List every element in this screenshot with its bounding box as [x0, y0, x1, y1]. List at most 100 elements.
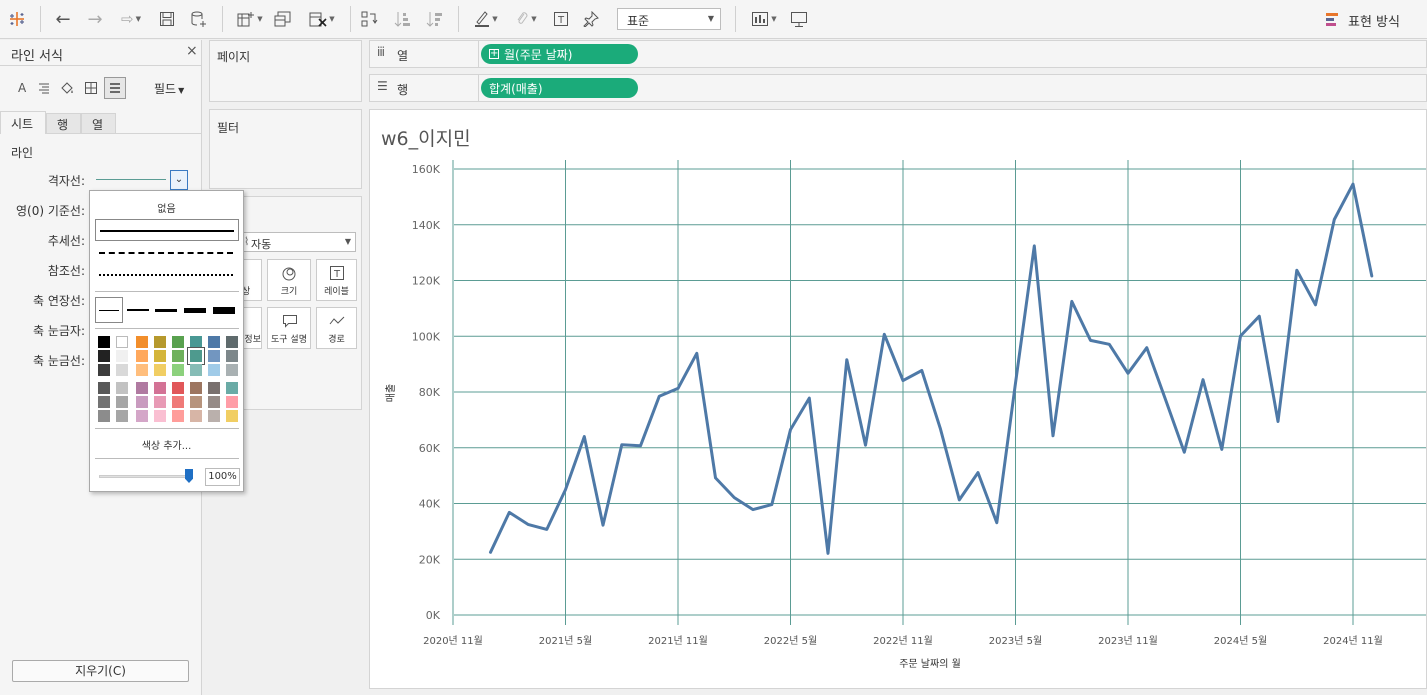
- data-point[interactable]: [994, 520, 1000, 526]
- chevron-down-icon[interactable]: ⌄: [170, 170, 188, 190]
- data-point[interactable]: [1313, 302, 1319, 308]
- marks-label-button[interactable]: T 레이블: [316, 259, 357, 301]
- sort-ascending-icon[interactable]: [392, 8, 414, 30]
- color-swatch[interactable]: [208, 336, 220, 348]
- line-none-option[interactable]: 없음: [90, 200, 243, 215]
- color-swatch[interactable]: [226, 410, 238, 422]
- line-pattern-solid[interactable]: [95, 219, 239, 241]
- tab-columns[interactable]: 열: [81, 113, 116, 134]
- data-point[interactable]: [1350, 181, 1356, 187]
- filters-card[interactable]: 필터: [209, 109, 362, 189]
- clear-button[interactable]: 지우기(C): [12, 660, 189, 682]
- series-line[interactable]: [489, 182, 1374, 555]
- clear-sheet-icon[interactable]: ▼: [304, 8, 340, 30]
- color-swatch[interactable]: [154, 364, 166, 376]
- color-swatch[interactable]: [172, 350, 184, 362]
- color-swatch[interactable]: [98, 350, 110, 362]
- fields-dropdown[interactable]: 필드 ▼: [154, 80, 184, 97]
- color-swatch[interactable]: [188, 348, 204, 364]
- replay-icon[interactable]: ⇨ ▼: [114, 8, 148, 30]
- data-point[interactable]: [581, 434, 587, 440]
- group-icon[interactable]: ▼: [508, 8, 544, 30]
- data-point[interactable]: [956, 497, 962, 503]
- data-point[interactable]: [844, 357, 850, 363]
- data-point[interactable]: [488, 549, 494, 555]
- color-swatch[interactable]: [190, 396, 202, 408]
- tableau-logo-icon[interactable]: [6, 8, 28, 30]
- color-swatch[interactable]: [154, 350, 166, 362]
- color-swatch[interactable]: [116, 364, 128, 376]
- data-point[interactable]: [525, 521, 531, 527]
- color-swatch[interactable]: [98, 382, 110, 394]
- color-swatch[interactable]: [208, 410, 220, 422]
- data-point[interactable]: [1125, 370, 1131, 376]
- line-pattern-dash[interactable]: [99, 252, 233, 254]
- data-point[interactable]: [1369, 273, 1375, 279]
- color-swatch[interactable]: [116, 350, 128, 362]
- color-swatch[interactable]: [154, 396, 166, 408]
- more-colors-link[interactable]: 색상 추가...: [90, 437, 243, 452]
- color-swatch[interactable]: [136, 396, 148, 408]
- rows-pill[interactable]: 합계(매출): [481, 78, 638, 98]
- columns-shelf[interactable]: iii 열 + 월(주문 날짜): [369, 40, 1427, 68]
- line-width-2[interactable]: [127, 309, 149, 311]
- color-swatch[interactable]: [226, 396, 238, 408]
- marks-tooltip-button[interactable]: 도구 설명: [267, 307, 311, 349]
- data-point[interactable]: [1331, 217, 1337, 223]
- color-swatch[interactable]: [116, 396, 128, 408]
- data-point[interactable]: [825, 550, 831, 556]
- line-width-1[interactable]: [95, 297, 123, 323]
- color-swatch[interactable]: [226, 350, 238, 362]
- data-point[interactable]: [919, 368, 925, 374]
- color-swatch[interactable]: [98, 410, 110, 422]
- color-swatch[interactable]: [208, 364, 220, 376]
- data-point[interactable]: [506, 509, 512, 515]
- data-point[interactable]: [1181, 449, 1187, 455]
- data-point[interactable]: [638, 443, 644, 449]
- color-swatch[interactable]: [98, 396, 110, 408]
- color-swatch[interactable]: [208, 396, 220, 408]
- color-swatch[interactable]: [98, 336, 110, 348]
- color-swatch[interactable]: [208, 350, 220, 362]
- close-icon[interactable]: ×: [186, 43, 198, 59]
- data-point[interactable]: [731, 495, 737, 501]
- color-swatch[interactable]: [116, 410, 128, 422]
- format-lines-icon[interactable]: [104, 77, 126, 99]
- duplicate-sheet-icon[interactable]: [272, 8, 294, 30]
- color-swatch[interactable]: [172, 410, 184, 422]
- data-point[interactable]: [675, 385, 681, 391]
- color-swatch[interactable]: [136, 364, 148, 376]
- line-pattern-dot[interactable]: [99, 274, 233, 276]
- data-point[interactable]: [1163, 397, 1169, 403]
- format-shading-icon[interactable]: [60, 81, 74, 98]
- color-swatch[interactable]: [136, 410, 148, 422]
- color-swatch[interactable]: [116, 336, 128, 348]
- color-swatch[interactable]: [136, 336, 148, 348]
- data-point[interactable]: [1106, 341, 1112, 347]
- color-swatch[interactable]: [154, 382, 166, 394]
- tab-sheet[interactable]: 시트: [0, 111, 46, 134]
- data-point[interactable]: [1144, 345, 1150, 351]
- data-point[interactable]: [1219, 446, 1225, 452]
- line-chart[interactable]: 0K 20K 40K 60K 80K 100K 120K 140K 160K 2020년 11월 2…: [370, 110, 1426, 688]
- opacity-slider[interactable]: [99, 469, 193, 485]
- data-point[interactable]: [1275, 419, 1281, 425]
- data-point[interactable]: [1294, 267, 1300, 273]
- color-swatch[interactable]: [172, 396, 184, 408]
- color-swatch[interactable]: [226, 364, 238, 376]
- opacity-slider-handle[interactable]: [185, 469, 193, 483]
- data-point[interactable]: [656, 393, 662, 399]
- color-swatch[interactable]: [226, 336, 238, 348]
- pages-card[interactable]: 페이지: [209, 40, 362, 102]
- data-point[interactable]: [863, 442, 869, 448]
- rows-shelf[interactable]: ☰ 행 합계(매출): [369, 74, 1427, 102]
- opacity-input[interactable]: 100%: [205, 468, 240, 486]
- color-swatch[interactable]: [172, 382, 184, 394]
- data-point[interactable]: [769, 502, 775, 508]
- format-alignment-icon[interactable]: [38, 82, 50, 97]
- data-point[interactable]: [694, 350, 700, 356]
- marks-size-button[interactable]: 크기: [267, 259, 311, 301]
- data-point[interactable]: [881, 331, 887, 337]
- color-swatch[interactable]: [154, 336, 166, 348]
- data-point[interactable]: [1238, 333, 1244, 339]
